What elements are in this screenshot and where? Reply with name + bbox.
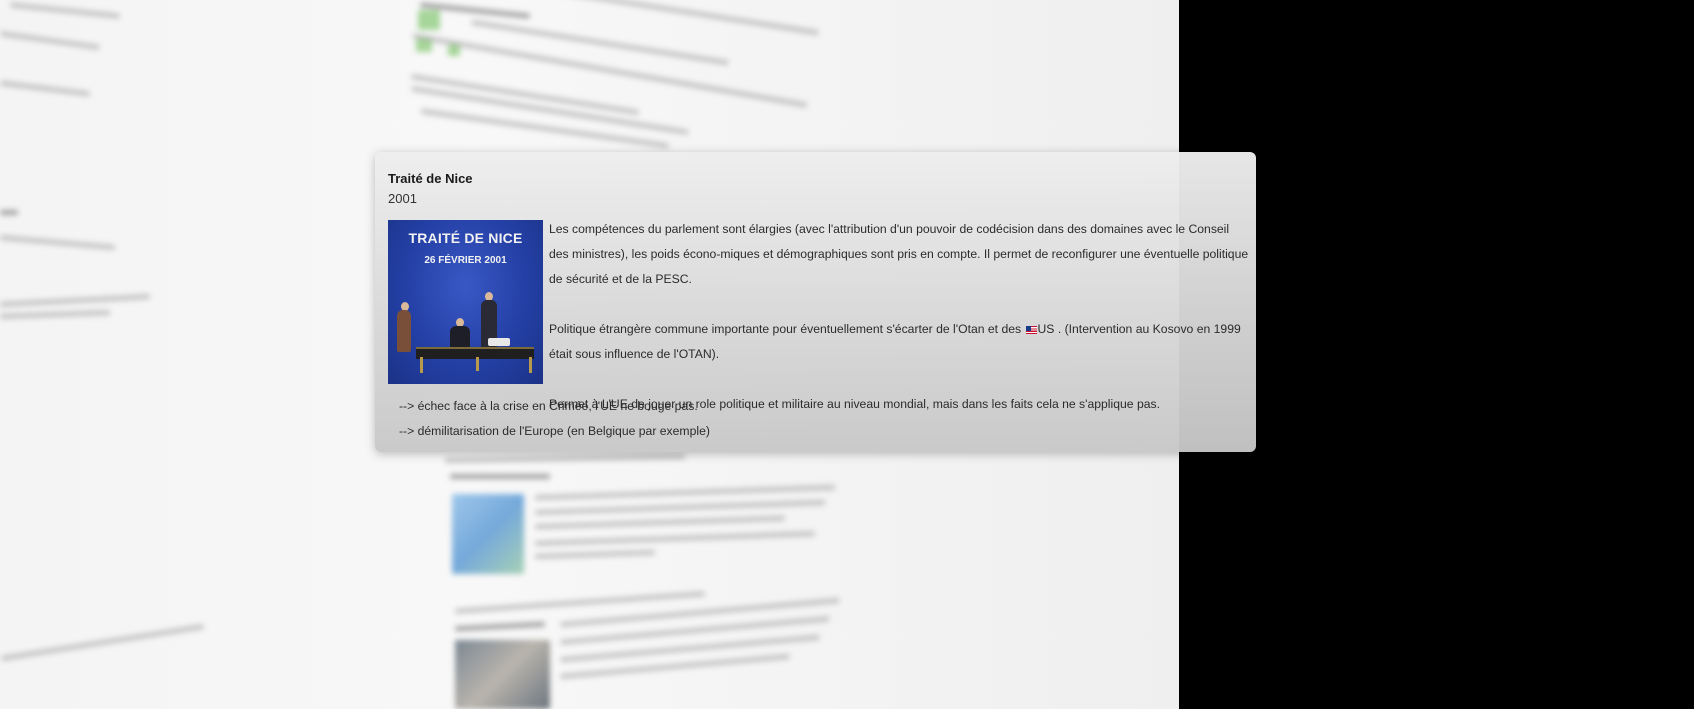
bullet-item: --> démilitarisation de l'Europe (en Bel… (399, 424, 710, 438)
desk (416, 347, 534, 359)
photo-title: TRAITÉ DE NICE (408, 230, 523, 246)
paragraph-2: Politique étrangère commune importante p… (549, 322, 1241, 361)
photo-date: 26 FÉVRIER 2001 (424, 255, 507, 266)
us-flag-icon (1025, 326, 1037, 334)
person-figure (397, 310, 411, 352)
papers (488, 338, 510, 346)
paragraph-1: Les compétences du parlement sont élargi… (549, 222, 1249, 286)
treaty-photo: TRAITÉ DE NICE 26 FÉVRIER 2001 (388, 220, 543, 384)
black-backdrop (1179, 0, 1694, 709)
card-title: Traité de Nice (388, 171, 473, 186)
person-figure (450, 326, 470, 348)
bullet-list: --> échec face à la crise en Crimée, l'U… (399, 394, 710, 444)
traite-card: Traité de Nice 2001 TRAITÉ DE NICE 26 FÉ… (375, 152, 1256, 452)
card-year: 2001 (388, 191, 417, 206)
bullet-item: --> échec face à la crise en Crimée, l'U… (399, 399, 698, 413)
